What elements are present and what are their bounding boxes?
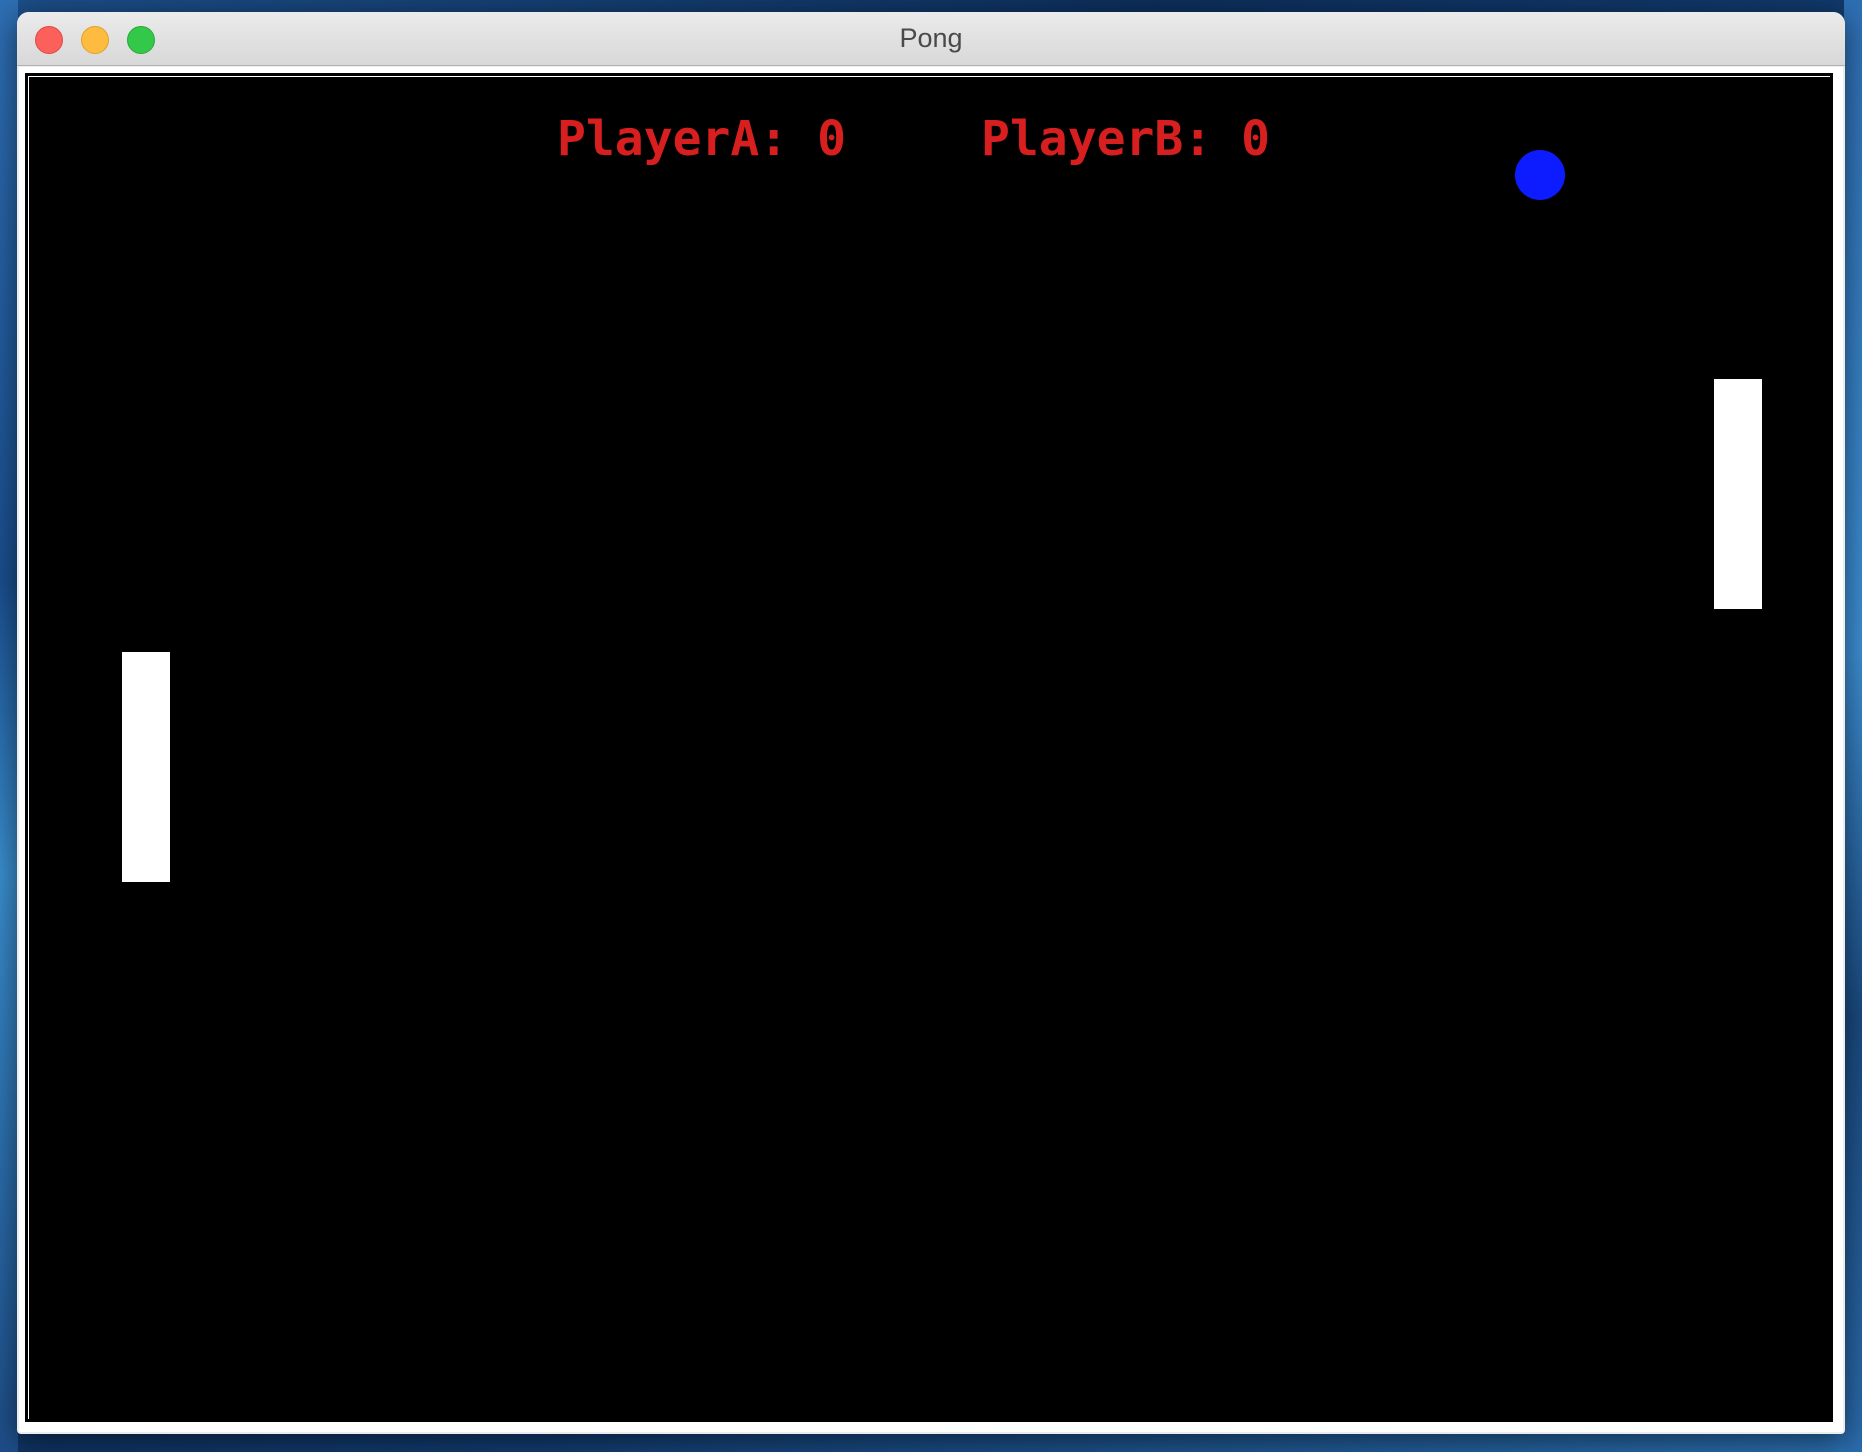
game-canvas[interactable]: PlayerA: 0 PlayerB: 0 [29, 77, 1833, 1422]
window-titlebar[interactable]: Pong [17, 12, 1845, 66]
paddle-player-b [1714, 379, 1762, 609]
player-a-score: PlayerA: 0 [557, 111, 846, 167]
desktop-background-right [1844, 0, 1862, 1452]
ball [1515, 150, 1565, 200]
player-b-score: PlayerB: 0 [981, 111, 1270, 167]
pong-window: Pong PlayerA: 0 PlayerB: 0 [17, 12, 1845, 1434]
paddle-player-a [122, 652, 170, 882]
desktop-background-left [0, 0, 18, 1452]
window-title: Pong [899, 23, 963, 53]
canvas-frame: PlayerA: 0 PlayerB: 0 [19, 67, 1843, 1432]
